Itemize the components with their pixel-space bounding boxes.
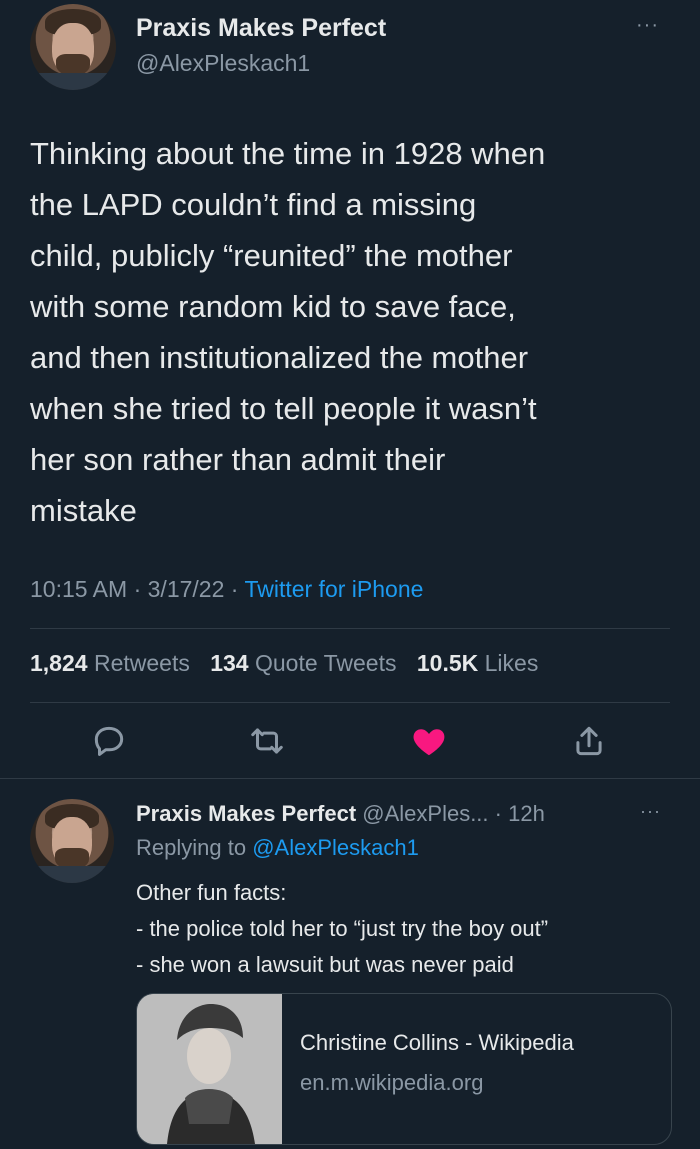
quote-tweets-label: Quote Tweets — [254, 650, 397, 676]
retweet-icon[interactable] — [248, 722, 286, 760]
tweet-text-line: her son rather than admit their — [30, 442, 446, 477]
tweet-text-line: Thinking about the time in 1928 when — [30, 136, 546, 171]
replying-to-label: Replying to — [136, 835, 247, 860]
author-handle[interactable]: @AlexPleskach1 — [136, 50, 310, 77]
reply-more-options-icon[interactable]: ··· — [640, 801, 661, 822]
reply-tweet[interactable]: Praxis Makes Perfect @AlexPles... · 12h … — [0, 778, 700, 1149]
reply-text-line: Other fun facts: — [136, 880, 287, 905]
tweet-text-line: the LAPD couldn’t find a missing — [30, 187, 477, 222]
replying-to: Replying to @AlexPleskach1 — [136, 835, 419, 861]
reply-text: Other fun facts: - the police told her t… — [136, 875, 548, 983]
reply-icon[interactable] — [90, 722, 128, 760]
reply-timestamp[interactable]: · 12h — [495, 801, 545, 826]
reply-header: Praxis Makes Perfect @AlexPles... · 12h — [136, 801, 545, 827]
share-icon[interactable] — [570, 722, 608, 760]
likes-label: Likes — [484, 650, 539, 676]
link-preview-card[interactable]: Christine Collins - Wikipedia en.m.wikip… — [136, 993, 672, 1145]
tweet-text-line: child, publicly “reunited” the mother — [30, 238, 513, 273]
tweet-time[interactable]: 10:15 AM — [30, 576, 127, 602]
more-options-icon[interactable]: ··· — [636, 14, 659, 37]
tweet-text-line: mistake — [30, 493, 137, 528]
quote-tweets-count: 134 — [210, 650, 249, 676]
likes-stat[interactable]: 10.5K Likes — [417, 650, 538, 676]
portrait-photo-icon — [137, 994, 282, 1144]
tweet-text-line: when she tried to tell people it wasn’t — [30, 391, 537, 426]
divider — [30, 628, 670, 629]
reply-author-handle[interactable]: @AlexPles... — [362, 801, 488, 826]
divider — [30, 702, 670, 703]
tweet-text-line: and then institutionalized the mother — [30, 340, 529, 375]
author-name[interactable]: Praxis Makes Perfect — [136, 14, 386, 43]
link-thumbnail-image — [137, 994, 282, 1144]
likes-count: 10.5K — [416, 650, 479, 676]
reply-author-name[interactable]: Praxis Makes Perfect — [136, 801, 356, 826]
reply-text-line: - she won a lawsuit but was never paid — [136, 952, 514, 977]
link-card-domain: en.m.wikipedia.org — [300, 1070, 484, 1095]
separator-dot: · — [230, 576, 239, 602]
retweets-count: 1,824 — [30, 650, 88, 676]
author-avatar[interactable] — [30, 4, 116, 90]
separator-dot: · — [133, 576, 142, 602]
avatar-shirt — [30, 866, 114, 883]
quote-tweets-stat[interactable]: 134 Quote Tweets — [210, 650, 396, 676]
retweets-label: Retweets — [93, 650, 190, 676]
reply-author-avatar[interactable] — [30, 799, 114, 883]
tweet-date[interactable]: 3/17/22 — [148, 576, 225, 602]
replying-to-handle-link[interactable]: @AlexPleskach1 — [252, 835, 419, 860]
tweet-text: Thinking about the time in 1928 when the… — [30, 128, 670, 536]
reply-text-line: - the police told her to “just try the b… — [136, 916, 549, 941]
retweets-stat[interactable]: 1,824 Retweets — [30, 650, 190, 676]
tweet-metadata: 10:15 AM · 3/17/22 · Twitter for iPhone — [30, 576, 423, 603]
main-tweet[interactable]: Praxis Makes Perfect @AlexPleskach1 ··· … — [0, 0, 700, 778]
avatar-shirt — [30, 72, 116, 90]
tweet-text-line: with some random kid to save face, — [30, 289, 516, 324]
engagement-stats: 1,824 Retweets 134 Quote Tweets 10.5K Li… — [30, 650, 538, 677]
like-icon[interactable] — [410, 722, 448, 760]
tweet-source-link[interactable]: Twitter for iPhone — [244, 576, 423, 602]
link-card-title[interactable]: Christine Collins - Wikipedia — [300, 1030, 574, 1056]
